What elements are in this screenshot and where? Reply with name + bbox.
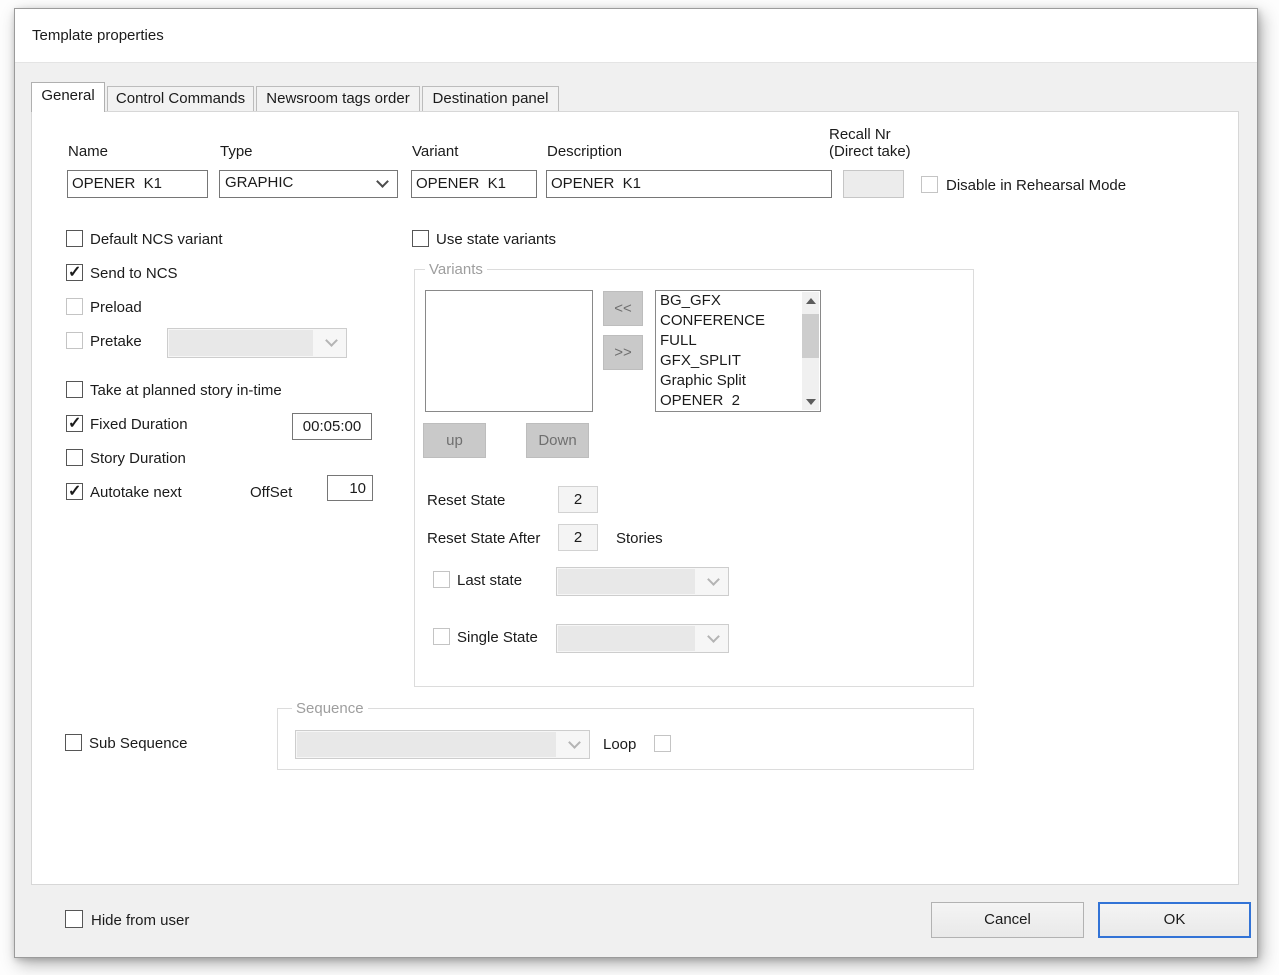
general-tab-panel: Name Type Variant Description Recall Nr …: [31, 111, 1239, 885]
chevron-down-icon: [707, 630, 720, 643]
selected-variants-listbox[interactable]: [425, 290, 593, 412]
send-to-ncs-checkbox[interactable]: [66, 264, 83, 281]
description-input[interactable]: OPENER K1: [546, 170, 832, 198]
pretake-checkbox: [66, 332, 83, 349]
ok-button[interactable]: OK: [1098, 902, 1251, 938]
pretake-select: [167, 328, 347, 358]
single-state-select: [556, 624, 729, 653]
sequence-group: Sequence Loop: [277, 708, 974, 770]
preload-label: Preload: [90, 299, 142, 316]
default-ncs-variant-checkbox[interactable]: [66, 230, 83, 247]
last-state-select: [556, 567, 729, 596]
single-state-label: Single State: [457, 629, 538, 646]
dialog-title: Template properties: [32, 27, 164, 44]
default-ncs-variant-label[interactable]: Default NCS variant: [90, 231, 223, 248]
variants-group: Variants << >> BG_GFX CONFERENCE FULL GF…: [414, 269, 974, 687]
disable-in-rehearsal-checkbox: [921, 176, 938, 193]
story-duration-label[interactable]: Story Duration: [90, 450, 186, 467]
last-state-select-fill: [558, 569, 695, 594]
recall-nr-input: [843, 170, 904, 198]
offset-label: OffSet: [250, 484, 292, 501]
story-duration-checkbox[interactable]: [66, 449, 83, 466]
sub-sequence-checkbox[interactable]: [65, 734, 82, 751]
send-to-ncs-label[interactable]: Send to NCS: [90, 265, 178, 282]
available-variants-listbox[interactable]: BG_GFX CONFERENCE FULL GFX_SPLIT Graphic…: [655, 290, 821, 412]
disable-in-rehearsal-label: Disable in Rehearsal Mode: [946, 177, 1126, 194]
use-state-variants-checkbox[interactable]: [412, 230, 429, 247]
reset-state-input: 2: [558, 486, 598, 513]
last-state-checkbox: [433, 571, 450, 588]
name-input[interactable]: OPENER K1: [67, 170, 208, 198]
reset-state-label: Reset State: [427, 492, 505, 509]
list-item[interactable]: Graphic Split: [656, 371, 820, 391]
chevron-down-icon: [325, 334, 338, 347]
single-state-select-fill: [558, 626, 695, 651]
cancel-button[interactable]: Cancel: [931, 902, 1084, 938]
tab-newsroom-tags-order[interactable]: Newsroom tags order: [256, 86, 420, 111]
fixed-duration-input[interactable]: 00:05:00: [292, 413, 372, 440]
list-item[interactable]: BG_GFX: [656, 291, 820, 311]
preload-checkbox: [66, 298, 83, 315]
autotake-next-checkbox[interactable]: [66, 483, 83, 500]
reset-state-after-label: Reset State After: [427, 530, 540, 547]
scroll-down-button[interactable]: [802, 393, 819, 410]
take-at-planned-label[interactable]: Take at planned story in-time: [90, 382, 282, 399]
scroll-up-button[interactable]: [802, 292, 819, 309]
loop-label: Loop: [603, 736, 636, 753]
move-right-button: >>: [603, 335, 643, 370]
sequence-select-fill: [297, 732, 556, 757]
list-item[interactable]: OPENER 2: [656, 391, 820, 411]
pretake-label: Pretake: [90, 333, 142, 350]
chevron-down-icon: [376, 175, 389, 188]
description-label: Description: [547, 143, 622, 160]
dialog-titlebar: Template properties: [15, 9, 1257, 63]
chevron-down-icon: [568, 736, 581, 749]
scrollbar-thumb[interactable]: [802, 314, 819, 358]
loop-checkbox: [654, 735, 671, 752]
template-properties-dialog: Template properties General Control Comm…: [14, 8, 1258, 958]
single-state-checkbox: [433, 628, 450, 645]
sub-sequence-label[interactable]: Sub Sequence: [89, 735, 187, 752]
take-at-planned-checkbox[interactable]: [66, 381, 83, 398]
tab-general[interactable]: General: [31, 82, 105, 112]
type-label: Type: [220, 143, 253, 160]
reset-state-after-input: 2: [558, 524, 598, 551]
last-state-label: Last state: [457, 572, 522, 589]
hide-from-user-label[interactable]: Hide from user: [91, 912, 189, 929]
recall-nr-label-line2: (Direct take): [829, 143, 911, 160]
recall-nr-label-line1: Recall Nr: [829, 126, 891, 143]
tab-destination-panel[interactable]: Destination panel: [422, 86, 559, 111]
use-state-variants-label[interactable]: Use state variants: [436, 231, 556, 248]
fixed-duration-checkbox[interactable]: [66, 415, 83, 432]
down-button: Down: [526, 423, 589, 458]
offset-input[interactable]: 10: [327, 475, 373, 501]
move-left-button: <<: [603, 291, 643, 326]
triangle-down-icon: [806, 399, 816, 405]
autotake-next-label[interactable]: Autotake next: [90, 484, 182, 501]
triangle-up-icon: [806, 298, 816, 304]
list-item[interactable]: GFX_SPLIT: [656, 351, 820, 371]
tab-control-commands[interactable]: Control Commands: [107, 86, 254, 111]
fixed-duration-label[interactable]: Fixed Duration: [90, 416, 188, 433]
pretake-select-fill: [169, 330, 313, 356]
stories-label: Stories: [616, 530, 663, 547]
sequence-select: [295, 730, 590, 759]
variants-scrollbar[interactable]: [802, 292, 819, 410]
type-select[interactable]: GRAPHIC: [219, 170, 398, 198]
chevron-down-icon: [707, 573, 720, 586]
variants-group-label: Variants: [425, 261, 487, 278]
variant-label: Variant: [412, 143, 458, 160]
variant-input[interactable]: OPENER K1: [411, 170, 537, 198]
list-item[interactable]: CONFERENCE: [656, 311, 820, 331]
list-item[interactable]: FULL: [656, 331, 820, 351]
sequence-group-label: Sequence: [292, 700, 368, 717]
up-button: up: [423, 423, 486, 458]
hide-from-user-checkbox[interactable]: [65, 910, 83, 928]
type-select-value: GRAPHIC: [225, 174, 293, 191]
name-label: Name: [68, 143, 108, 160]
